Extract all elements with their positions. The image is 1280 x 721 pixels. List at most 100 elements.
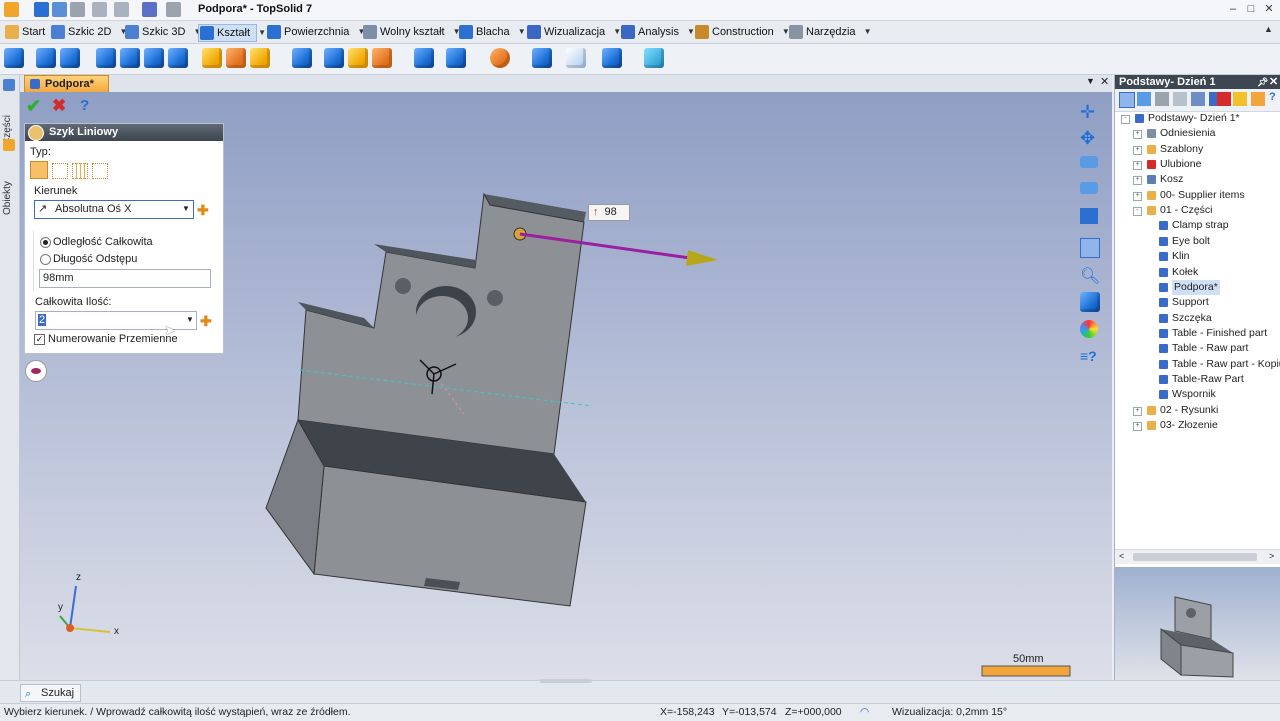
revolve-icon[interactable] <box>36 48 58 70</box>
tree-item[interactable]: Klin <box>1115 249 1280 264</box>
color-icon[interactable] <box>490 48 512 70</box>
close-tab-icon[interactable]: ✕ <box>1100 75 1109 88</box>
menu-construction[interactable]: Construction ▼ <box>694 24 790 40</box>
tab-objects[interactable]: Obiekty <box>2 155 16 215</box>
tree-item[interactable]: Eye bolt <box>1115 234 1280 249</box>
expand-node-icon[interactable]: + <box>1133 191 1142 201</box>
tab-parts[interactable]: Części <box>2 95 16 145</box>
parts-icon[interactable] <box>3 79 15 91</box>
tree-item[interactable]: Szczęka <box>1115 311 1280 326</box>
menu-narzedzia[interactable]: Narzędzia ▼ <box>788 24 872 40</box>
type-free-button[interactable] <box>92 163 108 179</box>
save-icon[interactable] <box>34 2 49 17</box>
add-direction-icon[interactable]: ✚ <box>197 202 209 219</box>
scroll-left-icon[interactable]: < <box>1119 551 1124 561</box>
menu-ksztalt[interactable]: Kształt ▼ <box>198 24 266 42</box>
radio-total-distance[interactable] <box>40 237 51 248</box>
scroll-thumb[interactable] <box>1133 553 1257 561</box>
draft-icon[interactable] <box>250 48 272 70</box>
attribute-icon[interactable] <box>644 48 666 70</box>
tree-item[interactable]: Table - Raw part <box>1115 341 1280 356</box>
menu-szkic-2d[interactable]: Szkic 2D ▼ <box>50 24 127 40</box>
chevron-down-icon[interactable]: ▼ <box>864 24 872 40</box>
pattern-icon[interactable] <box>414 48 436 70</box>
help-list-icon[interactable]: ≡? <box>1080 348 1100 366</box>
maximize-button[interactable]: □ <box>1244 2 1258 16</box>
alternate-checkbox[interactable]: ✓ <box>34 334 45 345</box>
tab-list-icon[interactable]: ▼ <box>1086 76 1095 86</box>
chamfer-icon[interactable] <box>226 48 248 70</box>
layer-icon[interactable] <box>532 48 554 70</box>
chevron-down-icon[interactable]: ▼ <box>258 25 266 41</box>
tree-item[interactable]: Wspornik <box>1115 387 1280 402</box>
zoom-icon[interactable] <box>1080 238 1100 258</box>
type-grid-button[interactable] <box>72 163 88 179</box>
expand-node-icon[interactable]: + <box>1133 406 1142 416</box>
rotate-icon[interactable] <box>1080 182 1098 194</box>
help-icon[interactable]: ? <box>80 97 89 114</box>
scroll-right-icon[interactable]: > <box>1269 551 1274 561</box>
cancel-x-icon[interactable]: ✖ <box>52 96 66 116</box>
horizontal-scrollbar[interactable]: < > <box>1115 549 1280 564</box>
viewport-resize-handle[interactable] <box>540 679 592 683</box>
tree-item[interactable]: Table - Finished part <box>1115 326 1280 341</box>
expand-node-icon[interactable]: + <box>1133 422 1142 431</box>
tree-view-icon[interactable] <box>1137 92 1151 106</box>
pen-icon[interactable] <box>142 2 157 17</box>
tree-item[interactable]: Table-Raw Part <box>1115 372 1280 387</box>
tree-item[interactable]: Kołek <box>1115 265 1280 280</box>
shell-icon[interactable] <box>292 48 314 70</box>
ok-check-icon[interactable]: ✔ <box>26 96 41 117</box>
tree-item[interactable]: +02 - Rysunki <box>1115 403 1280 418</box>
minimize-button[interactable]: – <box>1226 2 1240 16</box>
chevron-down-icon[interactable]: ▼ <box>518 24 526 40</box>
boolean-icon[interactable] <box>372 48 394 70</box>
tree-item[interactable]: + Kosz <box>1115 172 1280 187</box>
print-icon[interactable] <box>70 2 85 17</box>
tree-item[interactable]: Support <box>1115 295 1280 310</box>
menu-start[interactable]: Start <box>4 24 51 40</box>
menu-blacha[interactable]: Blacha ▼ <box>458 24 526 40</box>
view-cube-icon[interactable] <box>1080 292 1100 312</box>
boss-icon[interactable] <box>120 48 142 70</box>
options-icon[interactable] <box>1251 92 1265 106</box>
expand-node-icon[interactable]: + <box>1133 161 1142 171</box>
palette-icon[interactable] <box>1080 320 1098 338</box>
refresh-icon[interactable] <box>166 2 181 17</box>
add-count-icon[interactable]: ✚ <box>200 313 212 330</box>
tree-item[interactable]: +03- Złozenie <box>1115 418 1280 433</box>
expand-node-icon[interactable]: + <box>1133 145 1142 155</box>
menu-wolny-ksztalt[interactable]: Wolny kształt ▼ <box>362 24 461 40</box>
dimension-label[interactable]: ↑ 98 <box>588 204 630 221</box>
type-linear-button[interactable] <box>30 161 48 179</box>
menu-wizualizacja[interactable]: Wizualizacja ▼ <box>526 24 621 40</box>
arrow-head[interactable] <box>686 250 718 266</box>
tree-item[interactable]: +00- Supplier items <box>1115 188 1280 203</box>
warning-icon[interactable] <box>1233 92 1247 106</box>
tree-item[interactable]: Table - Raw part - Kopiuj <box>1115 357 1280 372</box>
tree-item[interactable]: + Odniesienia <box>1115 126 1280 141</box>
close-panel-icon[interactable]: ✕ <box>1269 75 1278 89</box>
menu-szkic-3d[interactable]: Szkic 3D▼ <box>124 24 201 40</box>
collapse-node-icon[interactable]: - <box>1133 207 1142 217</box>
tree-item[interactable]: + Szablony <box>1115 142 1280 157</box>
window-icon[interactable] <box>1080 208 1098 224</box>
sync-icon[interactable] <box>1191 92 1205 106</box>
list-icon[interactable] <box>1173 92 1187 106</box>
tree-item[interactable]: Clamp strap <box>1115 218 1280 233</box>
tree-item[interactable]: Podpora* <box>1115 279 1280 295</box>
flag-icon[interactable] <box>1217 92 1231 106</box>
pin-icon[interactable]: 📌︎ <box>1257 75 1268 89</box>
pan-icon[interactable]: ✥ <box>1080 128 1100 148</box>
cut-icon[interactable] <box>324 48 346 70</box>
menu-powierzchnia[interactable]: Powierzchnia ▼ <box>266 24 365 40</box>
help-icon[interactable]: ? <box>1269 91 1276 103</box>
expand-node-icon[interactable]: + <box>1133 176 1142 186</box>
save-all-icon[interactable] <box>52 2 67 17</box>
fillet-icon[interactable] <box>202 48 224 70</box>
chevron-down-icon[interactable]: ▼ <box>186 315 194 324</box>
direction-select[interactable]: ↗ Absolutna Oś X ▼ <box>34 200 194 219</box>
orient-icon[interactable]: ✛ <box>1080 102 1100 122</box>
collapse-ribbon-icon[interactable]: ▲ <box>1264 24 1273 34</box>
search-icon[interactable]: 🔍︎ <box>1080 266 1100 285</box>
